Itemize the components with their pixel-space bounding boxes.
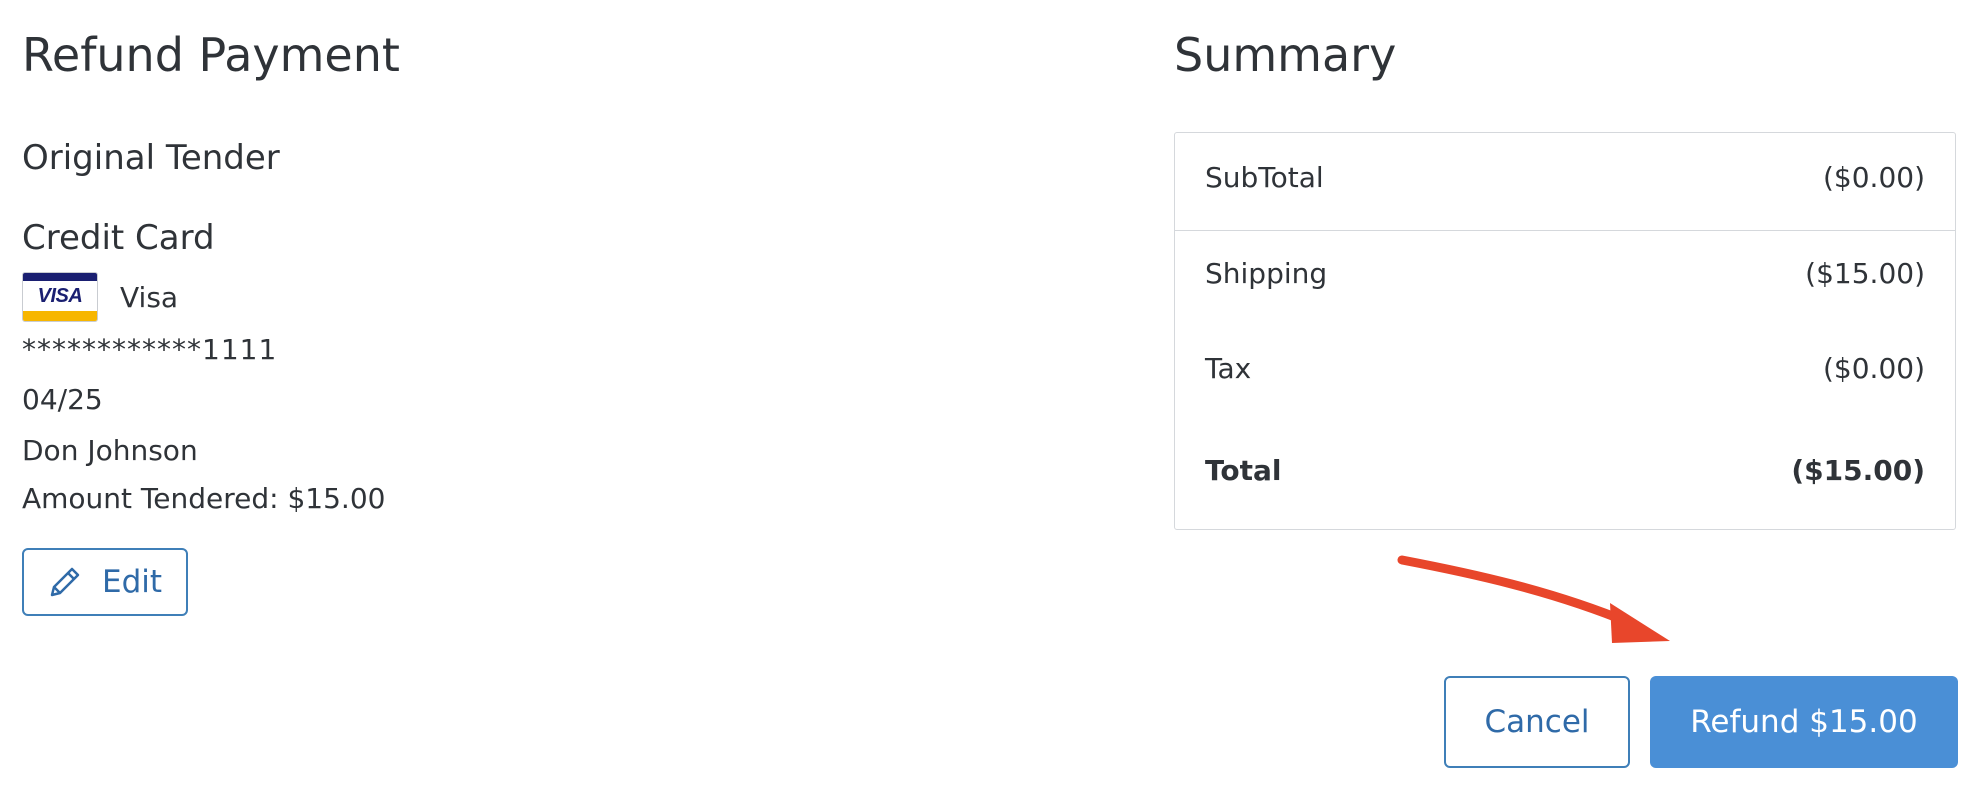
pencil-icon <box>50 567 80 597</box>
cancel-button[interactable]: Cancel <box>1444 676 1630 768</box>
tax-label: Tax <box>1205 352 1252 385</box>
total-label: Total <box>1205 454 1282 487</box>
subtotal-label: SubTotal <box>1205 161 1324 194</box>
tender-type-label: Credit Card <box>22 218 215 258</box>
card-expiration: 04/25 <box>22 383 103 416</box>
summary-table: SubTotal ($0.00) Shipping ($15.00) Tax (… <box>1174 132 1956 530</box>
refund-button[interactable]: Refund $15.00 <box>1650 676 1958 768</box>
visa-card-icon: VISA <box>22 272 98 322</box>
summary-divider <box>1175 230 1955 231</box>
summary-title: Summary <box>1174 28 1397 82</box>
shipping-label: Shipping <box>1205 257 1328 290</box>
subtotal-value: ($0.00) <box>1822 161 1925 194</box>
shipping-value: ($15.00) <box>1805 257 1925 290</box>
summary-row-total: Total ($15.00) <box>1205 454 1925 487</box>
summary-row-shipping: Shipping ($15.00) <box>1205 257 1925 290</box>
annotation-arrow-icon <box>1397 555 1670 643</box>
card-brand-label: Visa <box>120 280 179 314</box>
card-holder-name: Don Johnson <box>22 434 198 467</box>
summary-row-tax: Tax ($0.00) <box>1205 352 1925 385</box>
card-number: ************1111 <box>22 333 278 366</box>
original-tender-heading: Original Tender <box>22 138 280 178</box>
amount-tendered: Amount Tendered: $15.00 <box>22 482 386 515</box>
edit-button[interactable]: Edit <box>22 548 188 616</box>
page-title: Refund Payment <box>22 28 400 82</box>
edit-button-label: Edit <box>102 564 163 600</box>
visa-logo-text: VISA <box>37 285 83 307</box>
card-brand-row: VISA Visa <box>22 271 178 323</box>
total-value: ($15.00) <box>1791 454 1925 487</box>
tax-value: ($0.00) <box>1822 352 1925 385</box>
summary-row-subtotal: SubTotal ($0.00) <box>1205 161 1925 194</box>
